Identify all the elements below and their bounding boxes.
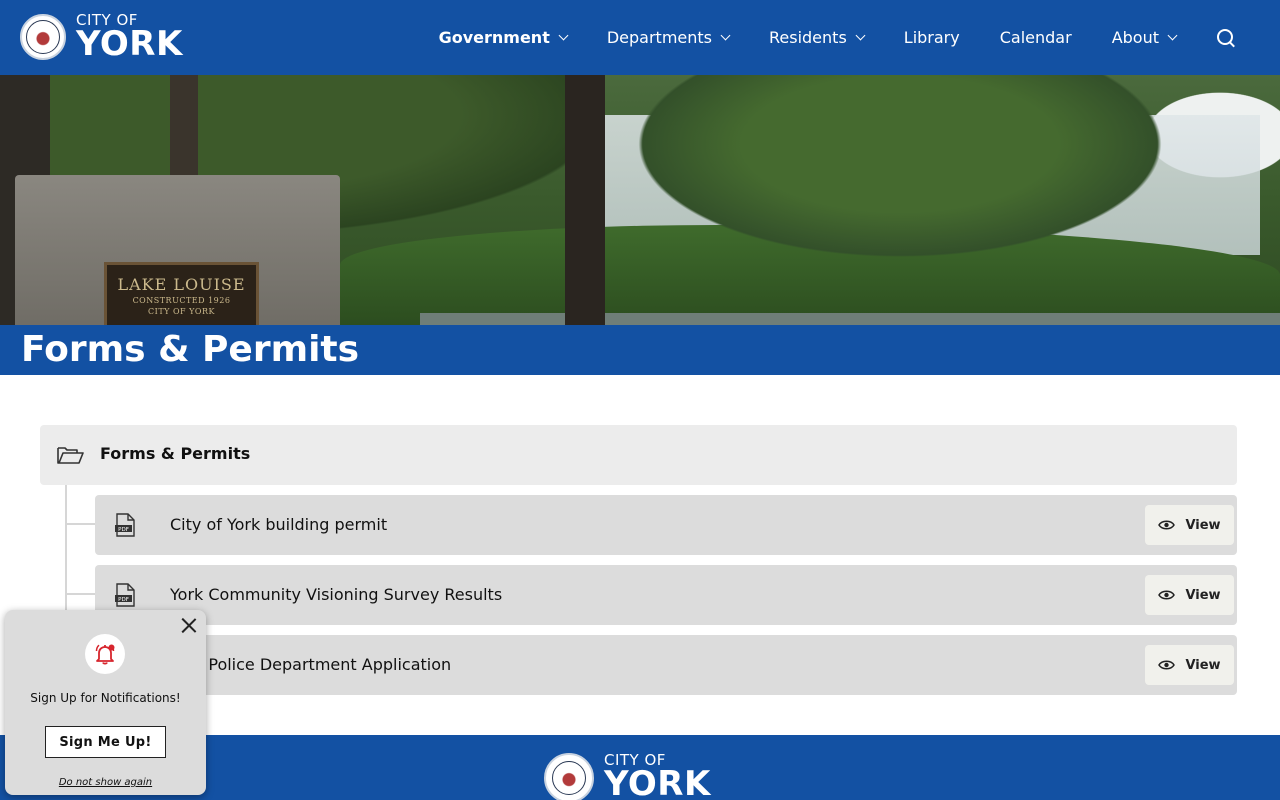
chevron-down-icon: [855, 30, 866, 41]
eye-icon: [1158, 660, 1176, 670]
footer-logo[interactable]: CITY OF YORK: [544, 753, 711, 800]
folder-label: Forms & Permits: [100, 444, 251, 463]
document-row: PDF City of York building permit View: [95, 495, 1237, 555]
nav-departments[interactable]: Departments: [607, 28, 731, 47]
lake-louise-sign: LAKE LOUISE CONSTRUCTED 1926 CITY OF YOR…: [104, 262, 259, 325]
eye-icon: [1158, 590, 1176, 600]
search-icon[interactable]: [1216, 28, 1236, 48]
document-row: PDF York Community Visioning Survey Resu…: [95, 565, 1237, 625]
chevron-down-icon: [1167, 30, 1178, 41]
sign-up-button[interactable]: Sign Me Up!: [45, 726, 166, 758]
svg-text:PDF: PDF: [118, 597, 129, 603]
nav-calendar[interactable]: Calendar: [1000, 28, 1072, 47]
folder-open-icon: [57, 447, 84, 464]
hero-image: LAKE LOUISE CONSTRUCTED 1926 CITY OF YOR…: [0, 75, 1280, 325]
document-title[interactable]: York Community Visioning Survey Results: [170, 585, 502, 604]
folder-row[interactable]: Forms & Permits: [40, 425, 1237, 485]
title-band: Forms & Permits: [0, 325, 1280, 375]
dismiss-link[interactable]: Do not show again: [5, 777, 206, 788]
nav-government[interactable]: Government: [439, 28, 569, 47]
nav-residents[interactable]: Residents: [769, 28, 866, 47]
city-seal-icon: [20, 14, 66, 60]
page-title: Forms & Permits: [21, 329, 360, 370]
view-button[interactable]: View: [1145, 575, 1234, 615]
tree-connector: [65, 485, 67, 625]
chevron-down-icon: [720, 30, 731, 41]
pdf-file-icon: PDF: [115, 583, 135, 607]
document-title[interactable]: York Police Department Application: [170, 655, 451, 674]
pdf-file-icon: PDF: [115, 513, 135, 537]
nav-library[interactable]: Library: [904, 28, 960, 47]
view-button[interactable]: View: [1145, 505, 1234, 545]
document-row: PDF York Police Department Application V…: [95, 635, 1237, 695]
nav-about[interactable]: About: [1112, 28, 1178, 47]
notification-popup: Sign Up for Notifications! Sign Me Up! D…: [5, 610, 206, 795]
chevron-down-icon: [558, 30, 569, 41]
eye-icon: [1158, 520, 1176, 530]
site-header: CITY OF YORK Government Departments Resi…: [0, 0, 1280, 75]
site-logo[interactable]: CITY OF YORK: [20, 13, 183, 61]
city-seal-icon: [544, 753, 594, 800]
svg-text:PDF: PDF: [118, 527, 129, 533]
close-icon[interactable]: [180, 616, 198, 634]
view-button[interactable]: View: [1145, 645, 1234, 685]
notification-text: Sign Up for Notifications!: [30, 691, 181, 705]
logo-name-text: YORK: [76, 24, 183, 64]
main-nav: Government Departments Residents Library…: [399, 0, 1236, 75]
logo-name-text: YORK: [604, 764, 711, 800]
bell-icon: [95, 644, 115, 665]
document-title[interactable]: City of York building permit: [170, 515, 387, 534]
